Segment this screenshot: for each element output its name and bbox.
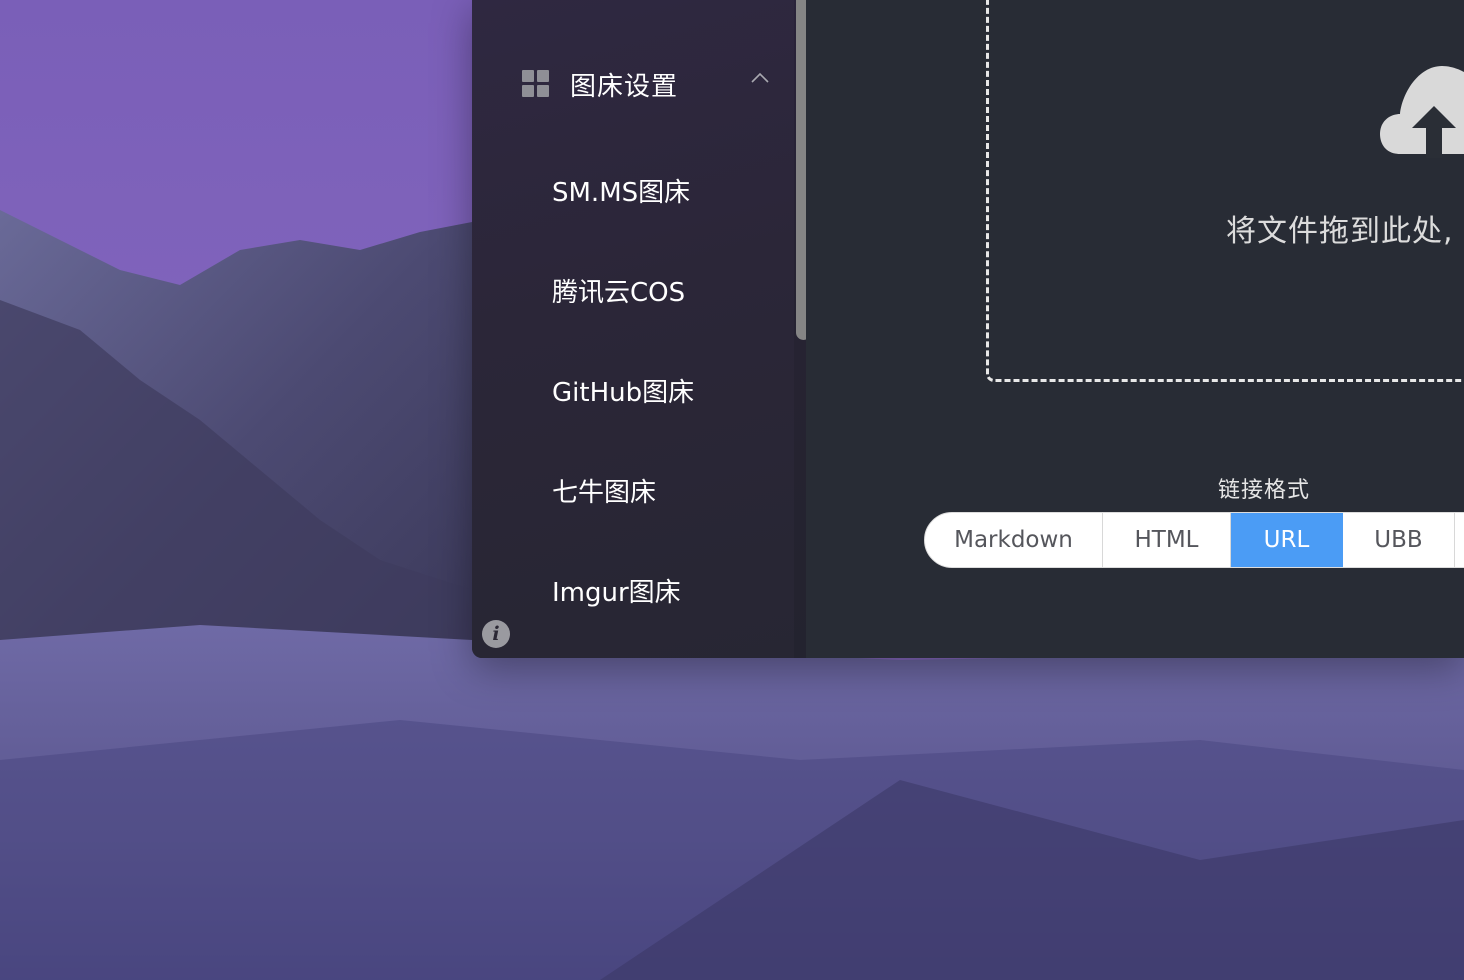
cloud-upload-icon	[1380, 66, 1464, 158]
format-option-html[interactable]: HTML	[1103, 513, 1231, 567]
upload-dropzone[interactable]	[986, 0, 1464, 382]
grid-icon	[522, 70, 550, 98]
link-format-selector: Markdown HTML URL UBB	[924, 512, 1464, 568]
main-panel: 将文件拖到此处, 链接格式 Markdown HTML URL UBB	[806, 0, 1464, 658]
sidebar-item-qiniu[interactable]: 七牛图床	[552, 465, 656, 515]
chevron-up-icon[interactable]	[750, 72, 770, 84]
sidebar-item-imgur[interactable]: Imgur图床	[552, 565, 681, 615]
dropzone-text: 将文件拖到此处,	[1226, 214, 1454, 249]
format-option-ubb[interactable]: UBB	[1343, 513, 1455, 567]
format-option-more[interactable]	[1455, 513, 1464, 567]
format-option-markdown[interactable]: Markdown	[925, 513, 1103, 567]
sidebar-item-smms[interactable]: SM.MS图床	[552, 165, 690, 215]
sidebar: 图床设置 SM.MS图床 腾讯云COS GitHub图床 七牛图床 Imgur图…	[472, 0, 811, 658]
format-option-url[interactable]: URL	[1231, 513, 1343, 567]
app-window: 图床设置 SM.MS图床 腾讯云COS GitHub图床 七牛图床 Imgur图…	[472, 0, 1464, 658]
sidebar-item-tencent-cos[interactable]: 腾讯云COS	[552, 265, 685, 315]
settings-menu-header[interactable]: 图床设置	[522, 58, 772, 110]
sidebar-item-github[interactable]: GitHub图床	[552, 365, 694, 415]
settings-menu-title: 图床设置	[570, 71, 679, 102]
link-format-title: 链接格式	[1217, 478, 1310, 503]
info-icon[interactable]: i	[482, 620, 510, 648]
